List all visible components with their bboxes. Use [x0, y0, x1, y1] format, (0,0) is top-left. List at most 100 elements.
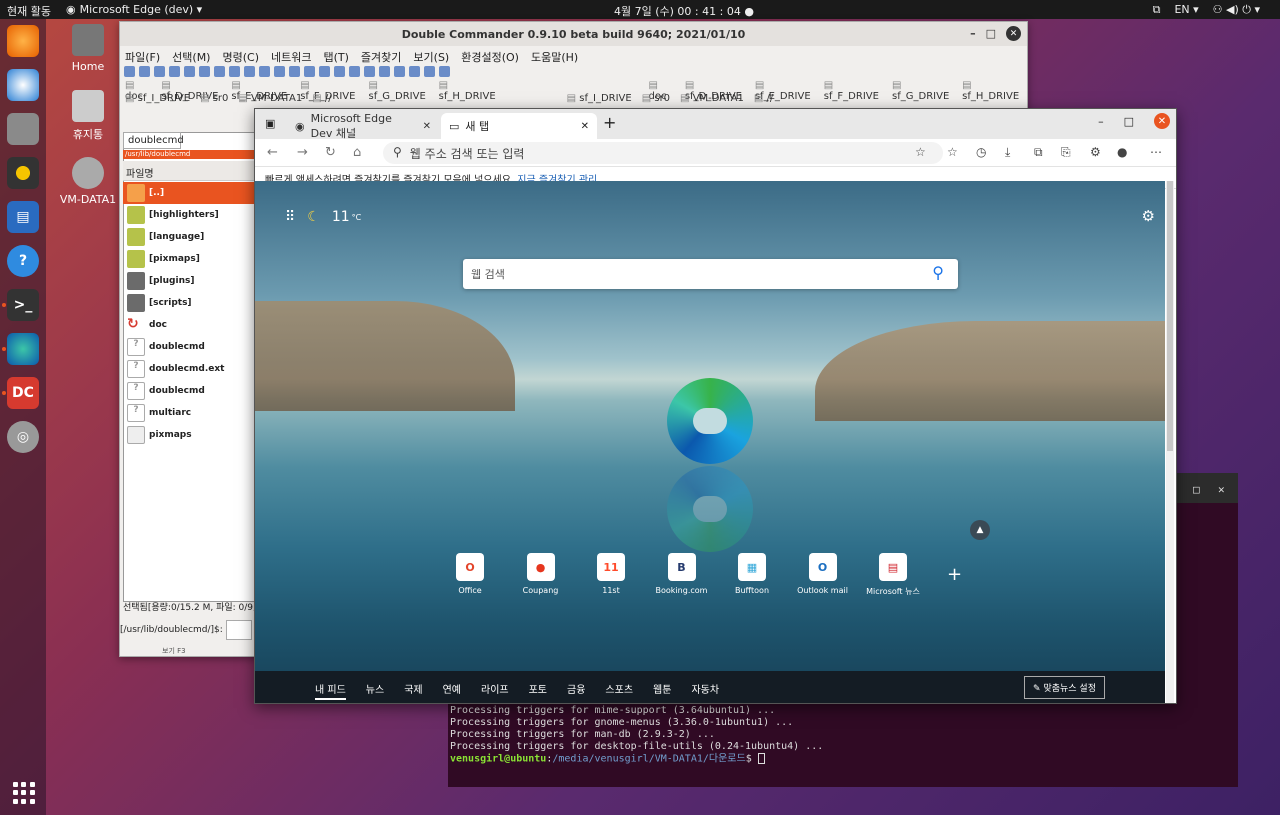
web-search-input[interactable]: 웹 검색 ⚲ [463, 259, 958, 289]
file-row[interactable]: [plugins] [123, 270, 255, 292]
drive-button[interactable]: sf_G_DRIVE [892, 80, 952, 102]
maximize-icon[interactable]: □ [1193, 483, 1200, 496]
maximize-icon[interactable]: □ [1124, 115, 1134, 128]
writer-icon[interactable]: ▤ [7, 201, 39, 233]
drive-button[interactable]: doc [125, 80, 151, 102]
files-icon[interactable] [7, 113, 39, 145]
panel-tab[interactable]: doublecmd [123, 132, 184, 149]
file-row[interactable]: ? multiarc [123, 402, 255, 424]
personalize-feed-button[interactable]: ✎ 맞춤뉴스 설정 [1024, 676, 1105, 699]
window-icon[interactable]: ⧉ [1153, 3, 1161, 17]
search-icon[interactable]: ⚲ [932, 263, 944, 282]
drive-button[interactable]: sf_I_DRIVE [567, 93, 631, 106]
show-apps-icon[interactable] [13, 782, 35, 804]
drive-button[interactable]: VM-DATA1 [238, 93, 302, 106]
feed-tab-auto[interactable]: 자동차 [691, 681, 719, 700]
help-icon[interactable]: ? [7, 245, 39, 277]
apps-grid-icon[interactable]: ⠿ [285, 209, 295, 225]
clock[interactable]: 4월 7일 (수) 00 : 41 : 04 ● [614, 3, 754, 19]
maximize-icon[interactable]: □ [986, 27, 996, 40]
feed-tab-webtoon[interactable]: 웹툰 [653, 681, 671, 700]
drive-button[interactable]: doc [649, 80, 675, 102]
dc-titlebar[interactable]: Double Commander 0.9.10 beta build 9640;… [120, 22, 1027, 46]
tool-icon[interactable] [364, 66, 375, 77]
tool-icon[interactable] [154, 66, 165, 77]
tool-icon[interactable] [139, 66, 150, 77]
scroll-up-icon[interactable]: ▲ [970, 520, 990, 540]
tool-icon[interactable] [199, 66, 210, 77]
tool-icon[interactable] [379, 66, 390, 77]
doublecmd-icon[interactable]: DC [7, 377, 39, 409]
panel-path[interactable]: /usr/lib/doublecmd [123, 150, 255, 159]
drive-button[interactable]: sr0 [200, 93, 229, 106]
drive-button[interactable]: sf_H_DRIVE [439, 80, 499, 102]
scrollbar-thumb[interactable] [1167, 181, 1173, 451]
tool-icon[interactable] [244, 66, 255, 77]
weather-widget[interactable]: ⠿ ☾ 11 °C [285, 209, 361, 225]
drive-button[interactable]: sf_H_DRIVE [962, 80, 1022, 102]
add-favorite-icon[interactable]: ☆ [915, 145, 926, 159]
tool-icon[interactable] [289, 66, 300, 77]
quick-link[interactable]: ● Coupang [506, 553, 576, 597]
menu-favorites[interactable]: 즐겨찾기 [361, 49, 401, 64]
home-icon[interactable]: ⌂ [353, 145, 361, 160]
close-icon[interactable]: ✕ [1154, 113, 1170, 129]
desktop-home[interactable]: Home [58, 24, 118, 73]
profile-icon[interactable]: ● [1117, 145, 1127, 159]
menu-view[interactable]: 보기(S) [413, 49, 449, 64]
quick-link[interactable]: B Booking.com [647, 553, 717, 597]
tool-icon[interactable] [394, 66, 405, 77]
file-row[interactable]: ? doublecmd [123, 380, 255, 402]
menu-file[interactable]: 파일(F) [125, 49, 160, 64]
tab-new-tab[interactable]: ▭ 새 탭 ✕ [441, 113, 597, 139]
minimize-icon[interactable]: – [970, 27, 976, 40]
drive-button[interactable]: sf_F_DRIVE [824, 80, 882, 102]
file-row[interactable]: pixmaps [123, 424, 255, 446]
file-row[interactable]: [scripts] [123, 292, 255, 314]
desktop-vm-data[interactable]: VM-DATA1 [58, 157, 118, 206]
tool-icon[interactable] [424, 66, 435, 77]
drive-button[interactable]: sf_D_DRIVE [685, 80, 745, 102]
terminal-output[interactable]: Processing triggers for mime-support (3.… [450, 705, 823, 766]
feed-tab-photo[interactable]: 포토 [529, 681, 547, 700]
drive-button[interactable]: sf_D_DRIVE [161, 80, 221, 102]
feed-tab-news[interactable]: 뉴스 [366, 681, 384, 700]
drive-button[interactable]: sf_I_DRIVE [125, 93, 190, 106]
disc-icon[interactable]: ◎ [7, 421, 39, 453]
collections-icon[interactable]: ⧉ [1034, 145, 1043, 160]
thunderbird-icon[interactable] [7, 69, 39, 101]
edge-dev-icon[interactable] [7, 333, 39, 365]
drive-button[interactable]: sf_F_DRIVE [300, 80, 358, 102]
more-icon[interactable]: ⋯ [1150, 145, 1162, 159]
refresh-icon[interactable]: ↻ [325, 145, 336, 160]
drive-button[interactable]: sr0 [642, 93, 670, 106]
favorites-icon[interactable]: ☆ [947, 145, 958, 159]
firefox-icon[interactable] [7, 25, 39, 57]
quick-link[interactable]: ▦ Bufftoon [717, 553, 787, 597]
file-row[interactable]: ? doublecmd [123, 336, 255, 358]
view-f3-button[interactable]: 보기 F3 [162, 646, 186, 656]
column-header-name[interactable]: 파일명 [123, 161, 255, 181]
quick-link[interactable]: ▤ Microsoft 뉴스 [858, 553, 928, 597]
downloads-icon[interactable]: ⤓ [1005, 145, 1010, 160]
file-row[interactable]: [language] [123, 226, 255, 248]
command-input[interactable] [225, 620, 252, 640]
activities-button[interactable]: 현재 활동 [7, 3, 51, 19]
drive-button[interactable]: sf_G_DRIVE [369, 80, 429, 102]
app-menu[interactable]: ◉ Microsoft Edge (dev) ▾ [66, 3, 202, 16]
menu-select[interactable]: 선택(M) [172, 49, 210, 64]
tool-icon[interactable] [319, 66, 330, 77]
tab-close-icon[interactable]: ✕ [581, 121, 589, 132]
tool-icon[interactable] [184, 66, 195, 77]
new-tab-button[interactable]: + [603, 113, 616, 132]
menu-tab[interactable]: 탭(T) [323, 49, 348, 64]
tool-icon[interactable] [274, 66, 285, 77]
minimize-icon[interactable]: – [1098, 115, 1104, 128]
tool-icon[interactable] [169, 66, 180, 77]
file-row[interactable]: ↻ doc [123, 314, 255, 336]
forward-icon[interactable]: → [297, 145, 308, 160]
desktop-trash[interactable]: 휴지통 [58, 90, 118, 142]
tool-icon[interactable] [409, 66, 420, 77]
tool-icon[interactable] [229, 66, 240, 77]
url-input[interactable]: ⚲ 웹 주소 검색 또는 입력 [383, 142, 943, 164]
